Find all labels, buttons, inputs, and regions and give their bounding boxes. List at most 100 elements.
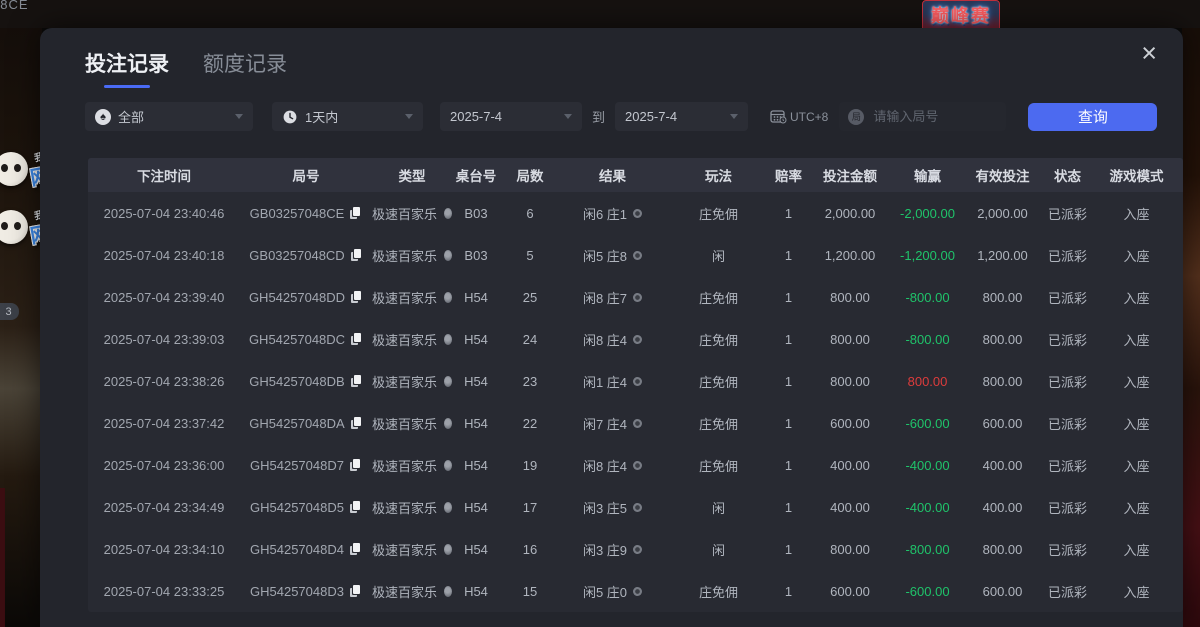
result: 闲5 庄0: [583, 582, 627, 601]
column-header: 下注时间: [88, 158, 240, 192]
win-loss: -800.00: [895, 528, 960, 570]
round-id: GH54257048D7: [250, 458, 344, 473]
bet-time: 2025-07-04 23:37:42: [88, 402, 240, 444]
copy-icon[interactable]: [351, 249, 363, 262]
odds: 1: [772, 360, 805, 402]
round-number: 17: [500, 486, 560, 528]
round-id-cell: GH54257048D4: [240, 528, 372, 570]
status: 已派彩: [1045, 402, 1090, 444]
category-select[interactable]: ♠ 全部: [85, 102, 253, 131]
date-to-select[interactable]: 2025-7-4: [615, 102, 748, 131]
odds: 1: [772, 234, 805, 276]
result: 闲7 庄4: [583, 414, 627, 433]
time-range-value: 1天内: [305, 107, 338, 126]
bet-time: 2025-07-04 23:40:18: [88, 234, 240, 276]
copy-icon[interactable]: [350, 207, 362, 220]
game-mode: 入座: [1090, 444, 1183, 486]
bet-amount: 400.00: [805, 444, 895, 486]
game-info-icon[interactable]: [444, 292, 452, 303]
status: 已派彩: [1045, 486, 1090, 528]
query-button[interactable]: 查询: [1028, 103, 1157, 131]
tab-bet-records[interactable]: 投注记录: [85, 48, 169, 88]
column-header: 赔率: [772, 158, 805, 192]
copy-icon[interactable]: [350, 543, 362, 556]
game-info-icon[interactable]: [444, 334, 452, 345]
round-id: GH54257048DA: [249, 416, 344, 431]
copy-icon[interactable]: [350, 459, 362, 472]
round-search[interactable]: 局: [839, 102, 1006, 131]
valid-bet: 400.00: [960, 486, 1045, 528]
result-detail-icon[interactable]: [633, 251, 642, 260]
game-info-icon[interactable]: [444, 544, 452, 555]
spade-icon: ♠: [95, 109, 111, 125]
table-row: 2025-07-04 23:38:26 GH54257048DB 极速百家乐 H…: [88, 360, 1183, 402]
bet-amount: 1,200.00: [805, 234, 895, 276]
result-detail-icon[interactable]: [633, 587, 642, 596]
tab-label: 额度记录: [203, 53, 287, 76]
valid-bet: 800.00: [960, 528, 1045, 570]
win-loss: -800.00: [895, 276, 960, 318]
column-header: 输赢: [895, 158, 960, 192]
result-detail-icon[interactable]: [633, 461, 642, 470]
game-info-icon[interactable]: [444, 460, 452, 471]
game-info-icon[interactable]: [444, 376, 452, 387]
date-from-value: 2025-7-4: [450, 109, 502, 124]
valid-bet: 400.00: [960, 444, 1045, 486]
game-type: 极速百家乐: [372, 498, 437, 517]
valid-bet: 600.00: [960, 402, 1045, 444]
round-number: 16: [500, 528, 560, 570]
game-info-icon[interactable]: [444, 208, 452, 219]
column-header: 玩法: [665, 158, 772, 192]
copy-icon[interactable]: [351, 291, 363, 304]
round-search-input[interactable]: [871, 108, 985, 125]
round-number: 22: [500, 402, 560, 444]
result: 闲8 庄7: [583, 288, 627, 307]
game-type-cell: 极速百家乐: [372, 486, 452, 528]
chat-count-badge: 3: [0, 303, 19, 320]
bet-amount: 400.00: [805, 486, 895, 528]
round-id: GH54257048DC: [249, 332, 345, 347]
game-type: 极速百家乐: [372, 330, 437, 349]
result-detail-icon[interactable]: [633, 419, 642, 428]
result-detail-icon[interactable]: [633, 377, 642, 386]
game-info-icon[interactable]: [444, 502, 452, 513]
game-info-icon[interactable]: [444, 418, 452, 429]
round-id-cell: GB03257048CE: [240, 192, 372, 234]
copy-icon[interactable]: [350, 501, 362, 514]
odds: 1: [772, 486, 805, 528]
win-loss: -800.00: [895, 318, 960, 360]
result-detail-icon[interactable]: [633, 209, 642, 218]
close-icon[interactable]: ×: [1141, 40, 1157, 67]
odds: 1: [772, 402, 805, 444]
copy-icon[interactable]: [351, 375, 363, 388]
table-header-row: 下注时间局号类型桌台号局数结果玩法赔率投注金额输赢有效投注状态游戏模式: [88, 158, 1183, 192]
time-range-select[interactable]: 1天内: [272, 102, 423, 131]
status: 已派彩: [1045, 276, 1090, 318]
result-detail-icon[interactable]: [633, 545, 642, 554]
copy-icon[interactable]: [351, 333, 363, 346]
tab-quota-records[interactable]: 额度记录: [203, 48, 287, 88]
copy-icon[interactable]: [351, 417, 363, 430]
result-detail-icon[interactable]: [633, 503, 642, 512]
result-detail-icon[interactable]: [633, 293, 642, 302]
valid-bet: 2,000.00: [960, 192, 1045, 234]
round-number: 23: [500, 360, 560, 402]
valid-bet: 800.00: [960, 276, 1045, 318]
timezone-indicator: UTC+8: [770, 109, 828, 124]
copy-icon[interactable]: [350, 585, 362, 598]
game-type-cell: 极速百家乐: [372, 192, 452, 234]
result-detail-icon[interactable]: [633, 335, 642, 344]
table-row: 2025-07-04 23:36:00 GH54257048D7 极速百家乐 H…: [88, 444, 1183, 486]
bet-time: 2025-07-04 23:34:49: [88, 486, 240, 528]
table-number: B03: [452, 192, 500, 234]
date-from-select[interactable]: 2025-7-4: [440, 102, 582, 131]
clock-icon: [282, 109, 298, 125]
valid-bet: 600.00: [960, 570, 1045, 612]
chevron-down-icon: [235, 114, 243, 119]
bet-amount: 800.00: [805, 528, 895, 570]
play-type: 庄免佣: [665, 318, 772, 360]
game-info-icon[interactable]: [444, 250, 452, 261]
game-info-icon[interactable]: [444, 586, 452, 597]
bet-time: 2025-07-04 23:34:10: [88, 528, 240, 570]
result-cell: 闲7 庄4: [560, 402, 665, 444]
